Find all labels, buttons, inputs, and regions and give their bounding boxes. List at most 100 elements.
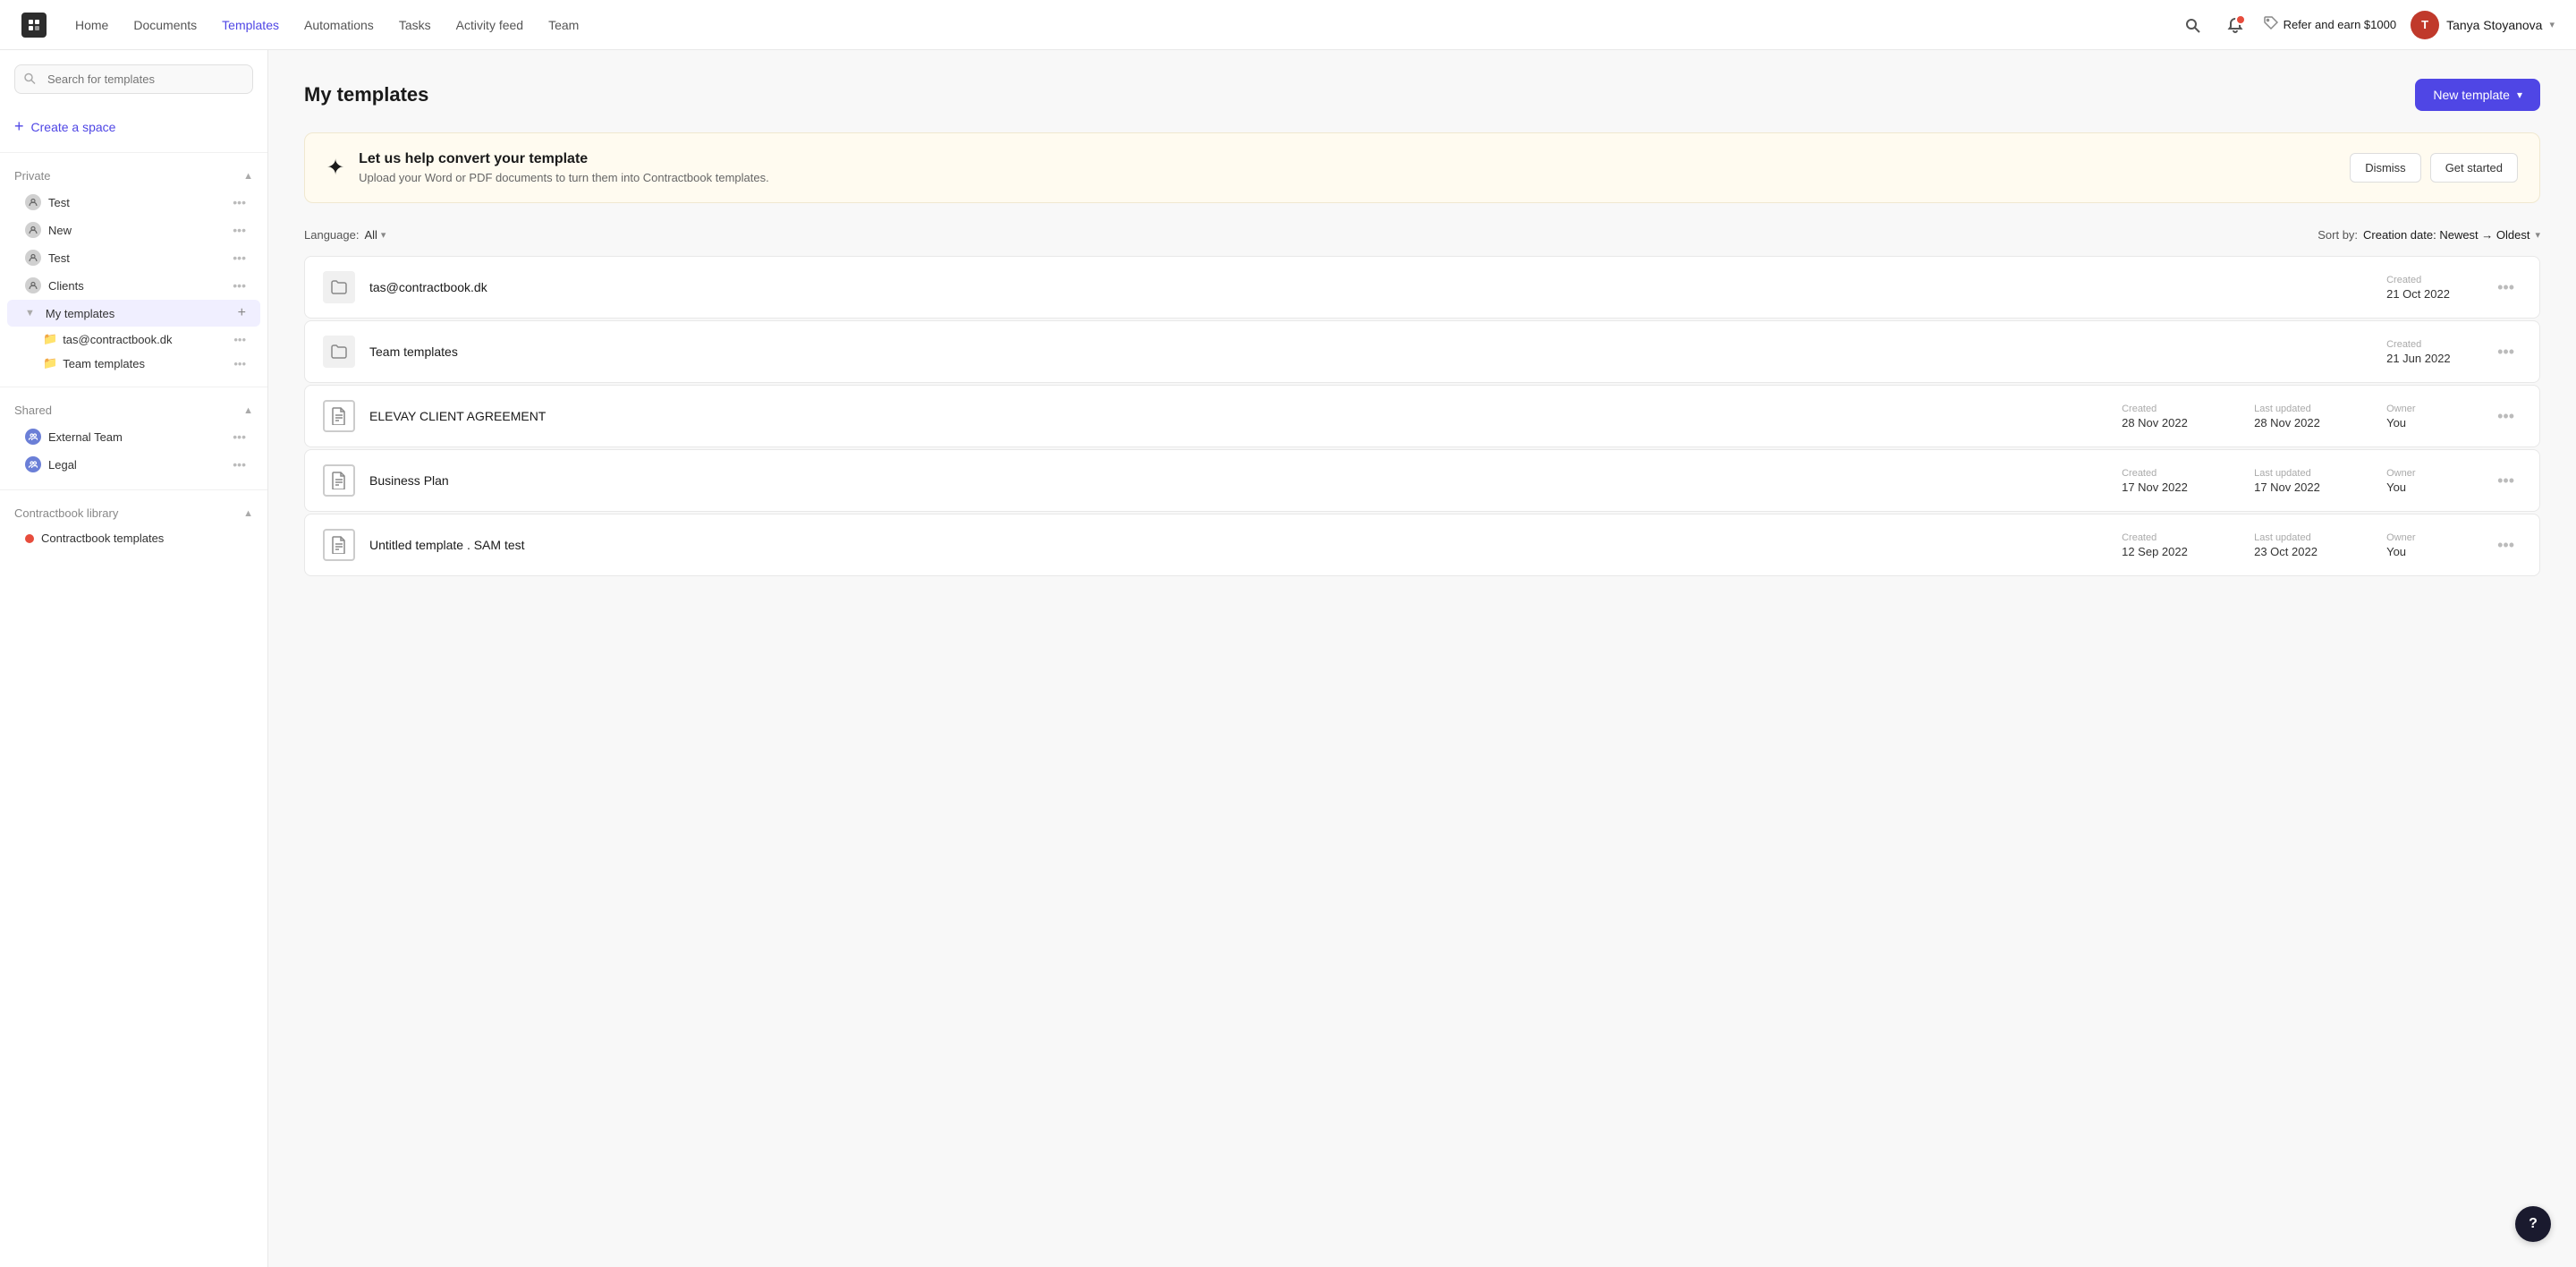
library-chevron-icon[interactable]: ▲ [243, 508, 253, 519]
last-updated-value: 23 Oct 2022 [2254, 545, 2343, 558]
sidebar-folder-label: Team templates [63, 357, 145, 370]
new-template-button[interactable]: New template ▾ [2415, 79, 2540, 111]
template-name: Team templates [369, 344, 2372, 359]
banner-description: Upload your Word or PDF documents to tur… [359, 171, 2335, 184]
template-row-2[interactable]: ELEVAY CLIENT AGREEMENT Created 28 Nov 2… [304, 385, 2540, 447]
language-value: All [364, 228, 377, 242]
more-options-icon[interactable]: ••• [2490, 404, 2521, 429]
created-label: Created [2386, 339, 2476, 350]
created-group: Created 12 Sep 2022 [2122, 532, 2211, 558]
more-options-icon[interactable]: ••• [2490, 275, 2521, 301]
sidebar-folder-team-templates[interactable]: 📁 Team templates ••• [18, 352, 260, 375]
my-templates-sub: 📁 tas@contractbook.dk ••• 📁 Team templat… [0, 327, 267, 375]
document-icon [323, 529, 355, 561]
template-name: Untitled template . SAM test [369, 538, 2107, 552]
template-row-0[interactable]: tas@contractbook.dk Created 21 Oct 2022 … [304, 256, 2540, 319]
last-updated-label: Last updated [2254, 404, 2343, 414]
more-options-icon[interactable]: ••• [233, 251, 246, 265]
created-group: Created 21 Oct 2022 [2386, 275, 2476, 301]
create-space-label: Create a space [31, 120, 116, 134]
filter-bar: Language: All ▾ Sort by: Creation date: … [304, 228, 2540, 242]
add-icon[interactable]: + [238, 305, 246, 321]
shared-chevron-icon[interactable]: ▲ [243, 405, 253, 416]
sort-chevron-icon[interactable]: ▾ [2535, 229, 2540, 241]
user-menu[interactable]: T Tanya Stoyanova ▾ [2411, 11, 2555, 39]
top-navigation: Home Documents Templates Automations Tas… [0, 0, 2576, 50]
search-icon[interactable] [2178, 11, 2207, 39]
sidebar-item-external-team[interactable]: External Team ••• [7, 423, 260, 450]
nav-home[interactable]: Home [75, 18, 108, 32]
created-group: Created 28 Nov 2022 [2122, 404, 2211, 429]
sidebar-section-private: Private ▲ Test ••• New [0, 160, 267, 379]
created-value: 17 Nov 2022 [2122, 480, 2211, 494]
user-icon [25, 277, 41, 293]
dismiss-button[interactable]: Dismiss [2350, 153, 2421, 183]
created-value: 21 Jun 2022 [2386, 352, 2476, 365]
more-options-icon[interactable]: ••• [2490, 468, 2521, 494]
nav-templates[interactable]: Templates [222, 18, 279, 32]
nav-automations[interactable]: Automations [304, 18, 374, 32]
owner-label: Owner [2386, 404, 2476, 414]
get-started-button[interactable]: Get started [2430, 153, 2518, 183]
template-row-3[interactable]: Business Plan Created 17 Nov 2022 Last u… [304, 449, 2540, 512]
folder-icon: 📁 [43, 332, 57, 346]
sidebar-item-new[interactable]: New ••• [7, 217, 260, 243]
template-list: tas@contractbook.dk Created 21 Oct 2022 … [304, 256, 2540, 576]
template-row-4[interactable]: Untitled template . SAM test Created 12 … [304, 514, 2540, 576]
more-options-icon[interactable]: ••• [233, 429, 246, 444]
nav-team[interactable]: Team [548, 18, 579, 32]
private-chevron-icon[interactable]: ▲ [243, 171, 253, 182]
created-label: Created [2386, 275, 2476, 285]
create-space-button[interactable]: + Create a space [0, 108, 267, 145]
more-options-icon[interactable]: ••• [233, 357, 246, 370]
help-button[interactable]: ? [2515, 1206, 2551, 1242]
library-section-header: Contractbook library ▲ [0, 501, 267, 525]
page-title: My templates [304, 83, 428, 106]
sidebar-item-test-1[interactable]: Test ••• [7, 189, 260, 216]
template-name: ELEVAY CLIENT AGREEMENT [369, 409, 2107, 423]
more-options-icon[interactable]: ••• [233, 333, 246, 346]
language-dropdown[interactable]: All ▾ [364, 228, 386, 242]
main-header: My templates New template ▾ [304, 79, 2540, 111]
notifications-icon[interactable] [2221, 11, 2250, 39]
user-icon [25, 194, 41, 210]
more-options-icon[interactable]: ••• [233, 223, 246, 237]
language-filter: Language: All ▾ [304, 228, 386, 242]
sidebar-item-test-2[interactable]: Test ••• [7, 244, 260, 271]
new-template-label: New template [2433, 88, 2510, 102]
shared-section-title: Shared [14, 404, 52, 417]
template-meta: Created 21 Jun 2022 [2386, 339, 2476, 365]
search-icon [23, 72, 36, 87]
refer-earn-link[interactable]: Refer and earn $1000 [2264, 16, 2396, 33]
sidebar-item-label: Clients [48, 279, 84, 293]
template-meta: Created 17 Nov 2022 Last updated 17 Nov … [2122, 468, 2476, 494]
private-section-title: Private [14, 169, 50, 183]
refer-label: Refer and earn $1000 [2284, 18, 2396, 31]
sidebar-section-shared: Shared ▲ External Team ••• Legal [0, 395, 267, 482]
more-options-icon[interactable]: ••• [233, 195, 246, 209]
sort-value: Creation date: Newest → Oldest [2363, 228, 2529, 242]
created-label: Created [2122, 404, 2211, 414]
banner-content: Let us help convert your template Upload… [359, 151, 2335, 184]
nav-links: Home Documents Templates Automations Tas… [75, 18, 579, 32]
nav-tasks[interactable]: Tasks [399, 18, 431, 32]
template-row-1[interactable]: Team templates Created 21 Jun 2022 ••• [304, 320, 2540, 383]
language-filter-label: Language: [304, 228, 359, 242]
sidebar-item-contractbook-templates[interactable]: Contractbook templates [7, 526, 260, 550]
template-name: tas@contractbook.dk [369, 280, 2372, 294]
sidebar-item-my-templates[interactable]: ▼ My templates + [7, 300, 260, 327]
nav-activity-feed[interactable]: Activity feed [456, 18, 523, 32]
group-icon [25, 429, 41, 445]
more-options-icon[interactable]: ••• [233, 457, 246, 472]
last-updated-label: Last updated [2254, 468, 2343, 479]
more-options-icon[interactable]: ••• [233, 278, 246, 293]
search-input[interactable] [14, 64, 253, 94]
sidebar-folder-tas[interactable]: 📁 tas@contractbook.dk ••• [18, 327, 260, 351]
sidebar-item-legal[interactable]: Legal ••• [7, 451, 260, 478]
sidebar-item-clients[interactable]: Clients ••• [7, 272, 260, 299]
created-value: 28 Nov 2022 [2122, 416, 2211, 429]
more-options-icon[interactable]: ••• [2490, 339, 2521, 365]
nav-documents[interactable]: Documents [133, 18, 197, 32]
template-meta: Created 21 Oct 2022 [2386, 275, 2476, 301]
more-options-icon[interactable]: ••• [2490, 532, 2521, 558]
